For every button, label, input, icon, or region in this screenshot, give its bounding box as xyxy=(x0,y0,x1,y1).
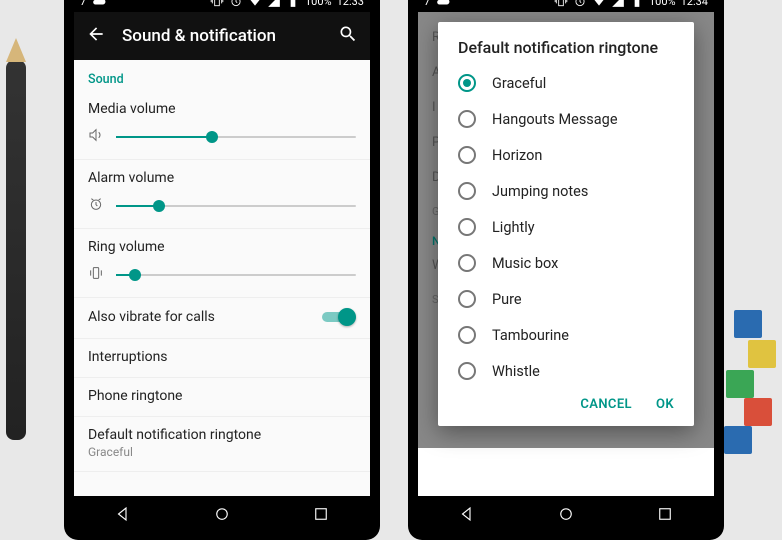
radio-icon xyxy=(458,146,476,164)
nav-home-button[interactable] xyxy=(557,505,575,527)
nav-back-button[interactable] xyxy=(114,505,132,527)
alarm-icon xyxy=(573,0,587,8)
status-temp: 7° xyxy=(424,0,434,8)
status-battery-pct: 100% xyxy=(649,0,676,8)
app-bar: Sound & notification xyxy=(74,12,370,60)
nav-home-button[interactable] xyxy=(213,505,231,527)
ringtone-dialog: Default notification ringtone Graceful Ha… xyxy=(438,22,694,426)
wifi-icon xyxy=(592,0,606,8)
section-header-sound: Sound xyxy=(74,60,370,91)
setting-alarm-volume: Alarm volume xyxy=(74,160,370,229)
ring-volume-slider[interactable] xyxy=(116,274,356,276)
nav-bar xyxy=(418,496,714,536)
ringtone-option[interactable]: Tambourine xyxy=(438,317,694,353)
phone-vibrate-icon xyxy=(88,265,104,285)
radio-icon xyxy=(458,254,476,272)
nav-recents-button[interactable] xyxy=(656,505,674,527)
ringtone-option[interactable]: Whistle xyxy=(438,353,694,389)
setting-vibrate-calls[interactable]: Also vibrate for calls xyxy=(74,298,370,339)
nav-recents-button[interactable] xyxy=(312,505,330,527)
ringtone-option-label: Whistle xyxy=(492,363,540,380)
setting-interruptions[interactable]: Interruptions xyxy=(74,339,370,378)
page-title: Sound & notification xyxy=(122,26,276,46)
cell-signal-icon xyxy=(267,0,281,8)
ringtone-option[interactable]: Lightly xyxy=(438,209,694,245)
back-button[interactable] xyxy=(86,24,106,48)
radio-icon xyxy=(458,326,476,344)
decorative-pencil xyxy=(6,60,26,440)
status-bar: 7° 100% 12:33 xyxy=(74,0,370,12)
ringtone-option[interactable]: Music box xyxy=(438,245,694,281)
media-volume-slider[interactable] xyxy=(116,136,356,138)
alarm-clock-icon xyxy=(88,196,104,216)
default-ringtone-value: Graceful xyxy=(88,445,356,459)
ringtone-option-label: Tambourine xyxy=(492,327,569,344)
status-time: 12:34 xyxy=(681,0,708,8)
cloud-icon xyxy=(436,0,450,8)
ringtone-option[interactable]: Hangouts Message xyxy=(438,101,694,137)
speaker-icon xyxy=(88,127,104,147)
ringtone-option-label: Music box xyxy=(492,255,558,272)
radio-icon xyxy=(458,110,476,128)
nav-back-button[interactable] xyxy=(458,505,476,527)
setting-media-volume: Media volume xyxy=(74,91,370,160)
wifi-icon xyxy=(248,0,262,8)
cell-signal-icon xyxy=(611,0,625,8)
vibrate-calls-switch[interactable] xyxy=(322,308,356,326)
ringtone-option-label: Jumping notes xyxy=(492,183,588,200)
decorative-cubes xyxy=(722,278,782,478)
ring-volume-label: Ring volume xyxy=(88,239,356,255)
radio-icon xyxy=(458,74,476,92)
ringtone-option-label: Hangouts Message xyxy=(492,111,618,128)
screen-left: 7° 100% 12:33 Sound & notification Sound xyxy=(74,0,370,496)
ringtone-option-label: Pure xyxy=(492,291,522,308)
phone-ringtone-label: Phone ringtone xyxy=(88,388,356,404)
radio-icon xyxy=(458,218,476,236)
default-ringtone-label: Default notification ringtone xyxy=(88,427,356,443)
search-button[interactable] xyxy=(338,24,358,48)
vibrate-calls-label: Also vibrate for calls xyxy=(88,309,322,325)
settings-list[interactable]: Sound Media volume Alarm volume xyxy=(74,60,370,496)
ok-button[interactable]: OK xyxy=(656,397,674,412)
battery-icon xyxy=(286,0,300,8)
ringtone-option[interactable]: Jumping notes xyxy=(438,173,694,209)
setting-default-ringtone[interactable]: Default notification ringtone Graceful xyxy=(74,417,370,472)
vibrate-icon xyxy=(210,0,224,8)
status-temp: 7° xyxy=(80,0,90,8)
media-volume-label: Media volume xyxy=(88,101,356,117)
dialog-title: Default notification ringtone xyxy=(438,38,694,65)
ringtone-option-label: Lightly xyxy=(492,219,535,236)
alarm-volume-slider[interactable] xyxy=(116,205,356,207)
setting-ring-volume: Ring volume xyxy=(74,229,370,298)
ringtone-option[interactable]: Pure xyxy=(438,281,694,317)
phone-left: 7° 100% 12:33 Sound & notification Sound xyxy=(64,0,380,540)
vibrate-icon xyxy=(554,0,568,8)
status-bar: 7° 100% 12:34 xyxy=(418,0,714,12)
radio-icon xyxy=(458,362,476,380)
ringtone-option[interactable]: Graceful xyxy=(438,65,694,101)
ringtone-option-label: Horizon xyxy=(492,147,542,164)
status-battery-pct: 100% xyxy=(305,0,332,8)
status-time: 12:33 xyxy=(337,0,364,8)
ringtone-option[interactable]: Horizon xyxy=(438,137,694,173)
screen-right: 7° 100% 12:34 R A I P D G N xyxy=(418,0,714,496)
ringtone-option-label: Graceful xyxy=(492,75,546,92)
nav-bar xyxy=(74,496,370,536)
interruptions-label: Interruptions xyxy=(88,349,356,365)
alarm-volume-label: Alarm volume xyxy=(88,170,356,186)
battery-icon xyxy=(630,0,644,8)
ringtone-options-list: Graceful Hangouts Message Horizon Jumping n… xyxy=(438,65,694,389)
setting-phone-ringtone[interactable]: Phone ringtone xyxy=(74,378,370,417)
radio-icon xyxy=(458,290,476,308)
cancel-button[interactable]: CANCEL xyxy=(580,397,632,412)
phone-right: 7° 100% 12:34 R A I P D G N xyxy=(408,0,724,540)
radio-icon xyxy=(458,182,476,200)
alarm-icon xyxy=(229,0,243,8)
cloud-icon xyxy=(92,0,106,8)
